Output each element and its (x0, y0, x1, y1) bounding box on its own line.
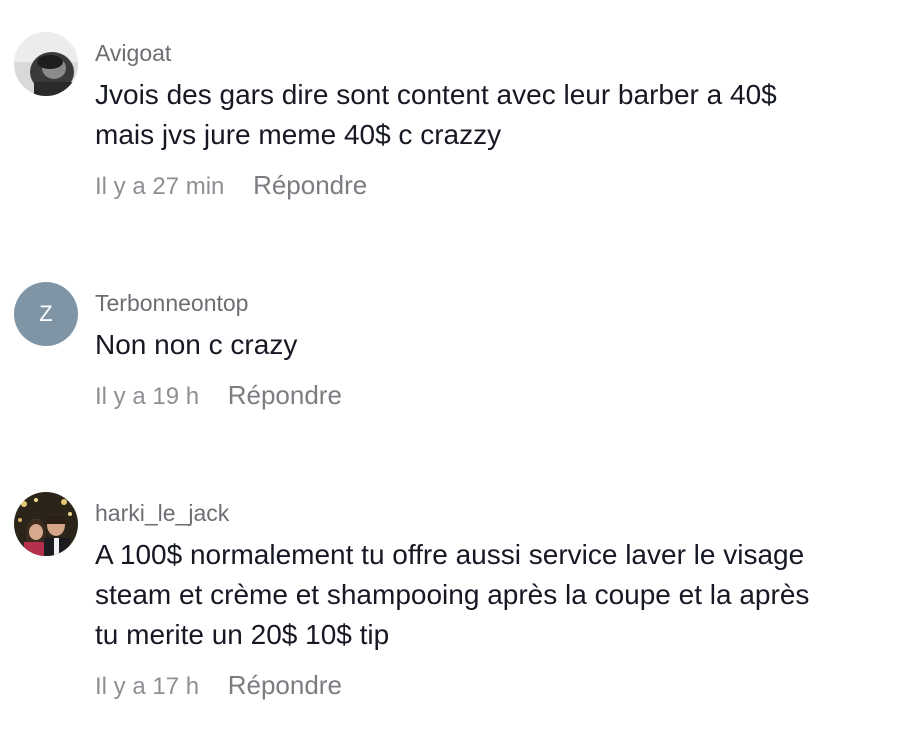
reply-button[interactable]: Répondre (228, 670, 342, 701)
comment-timestamp: Il y a 27 min (95, 173, 225, 200)
user-avatar[interactable]: Z (14, 282, 78, 346)
comment-timestamp: Il y a 17 h (95, 673, 200, 700)
comment-meta: Il y a 27 min Répondre (95, 170, 367, 201)
comment-timestamp: Il y a 19 h (95, 383, 200, 410)
comment-text: Jvois des gars dire sont content avec le… (95, 75, 895, 155)
comment-meta: Il y a 17 h Répondre (95, 670, 342, 701)
user-avatar[interactable] (14, 32, 78, 96)
comment-text: Non non c crazy (95, 325, 895, 365)
comment-username[interactable]: Terbonneontop (95, 290, 248, 317)
reply-button[interactable]: Répondre (253, 170, 367, 201)
user-avatar[interactable] (14, 492, 78, 556)
avatar-letter: Z (39, 301, 53, 326)
reply-button[interactable]: Répondre (228, 380, 342, 411)
comment-text-line: steam et crème et shampooing après la co… (95, 579, 810, 610)
comment-username[interactable]: harki_le_jack (95, 500, 229, 527)
comment-text-line: tu merite un 20$ 10$ tip (95, 619, 390, 650)
comment-text: A 100$ normalement tu offre aussi servic… (95, 535, 895, 655)
avatar-photo-icon (14, 492, 78, 556)
comment-text-line: Jvois des gars dire sont content avec le… (95, 79, 777, 110)
comment-text-line: A 100$ normalement tu offre aussi servic… (95, 539, 805, 570)
comment-text-line: mais jvs jure meme 40$ c crazzy (95, 119, 502, 150)
comment-text-line: Non non c crazy (95, 329, 298, 360)
comment-meta: Il y a 19 h Répondre (95, 380, 342, 411)
avatar-photo-icon (14, 32, 78, 96)
comment-username[interactable]: Avigoat (95, 40, 171, 67)
